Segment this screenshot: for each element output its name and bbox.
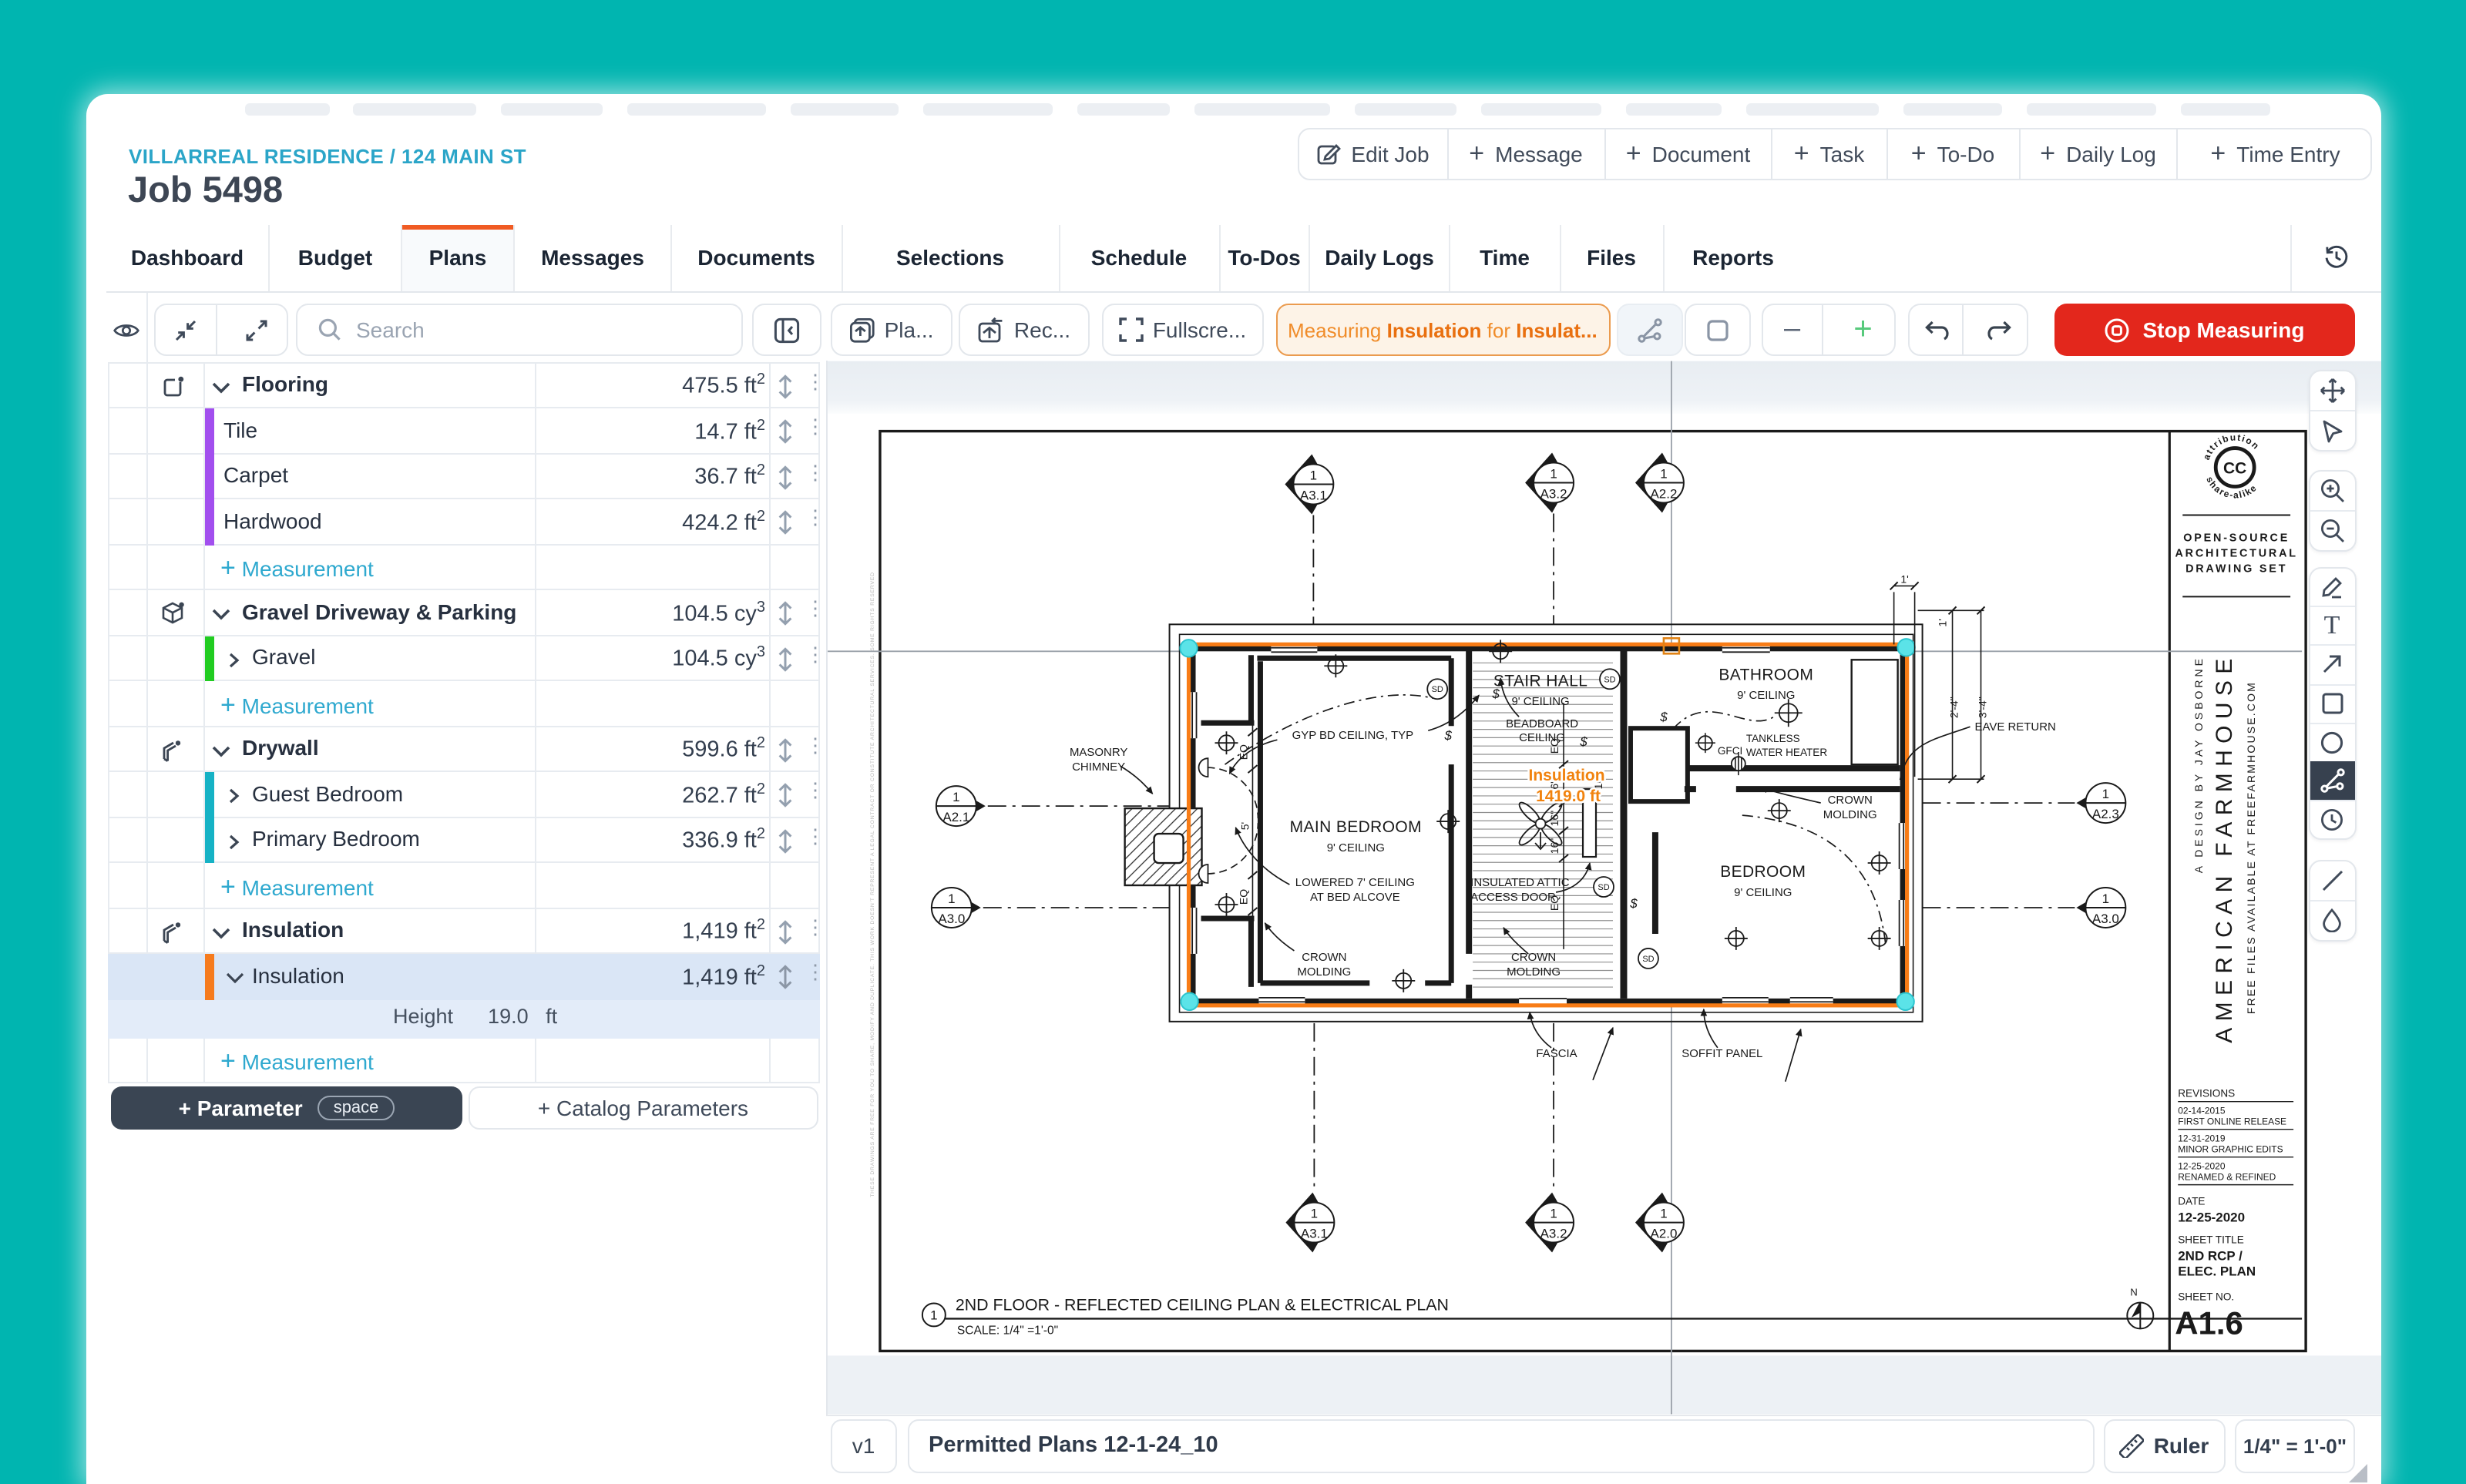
svg-text:BEDROOM: BEDROOM (1720, 862, 1806, 880)
svg-text:1: 1 (1550, 466, 1557, 481)
svg-text:FREE FILES AVAILABLE AT FREEFA: FREE FILES AVAILABLE AT FREEFARMHOUSE.CO… (2245, 680, 2257, 1013)
svg-text:12-25-2020: 12-25-2020 (2178, 1160, 2226, 1171)
svg-text:ARCHITECTURAL: ARCHITECTURAL (2175, 546, 2298, 559)
svg-text:MAIN BEDROOM: MAIN BEDROOM (1290, 818, 1422, 835)
svg-text:5': 5' (1238, 821, 1251, 829)
svg-text:1419.0 ft: 1419.0 ft (1536, 787, 1601, 804)
svg-text:16": 16" (1548, 838, 1561, 854)
svg-text:SHEET NO.: SHEET NO. (2178, 1290, 2234, 1301)
svg-text:2ND RCP /: 2ND RCP / (2178, 1248, 2243, 1263)
svg-text:1': 1' (1937, 618, 1949, 626)
svg-text:MOLDING: MOLDING (1507, 965, 1561, 978)
svg-text:BEADBOARD: BEADBOARD (1506, 717, 1578, 730)
svg-text:FASCIA: FASCIA (1536, 1046, 1577, 1059)
svg-text:N: N (2130, 1285, 2137, 1297)
svg-text:GYP BD CEILING, TYP: GYP BD CEILING, TYP (1292, 728, 1414, 741)
svg-text:MOLDING: MOLDING (1297, 965, 1351, 978)
svg-text:2ND FLOOR - REFLECTED CEILING: 2ND FLOOR - REFLECTED CEILING PLAN & ELE… (956, 1294, 1449, 1313)
svg-text:CC: CC (2223, 459, 2246, 477)
svg-text:ACCESS DOOR: ACCESS DOOR (1470, 890, 1556, 903)
svg-text:1: 1 (952, 789, 959, 804)
svg-text:A DESIGN BY JAY OSBORNE: A DESIGN BY JAY OSBORNE (2192, 655, 2205, 872)
svg-text:A2.3: A2.3 (2092, 806, 2119, 821)
svg-text:1: 1 (1310, 468, 1317, 482)
svg-text:EQ: EQ (1237, 744, 1249, 759)
svg-text:TANKLESS: TANKLESS (1746, 732, 1800, 744)
svg-text:9' CEILING: 9' CEILING (1511, 694, 1569, 707)
svg-text:12-25-2020: 12-25-2020 (2178, 1210, 2245, 1224)
svg-text:MASONRY: MASONRY (1070, 745, 1127, 758)
svg-text:1: 1 (1311, 1206, 1318, 1220)
svg-text:1: 1 (1660, 466, 1667, 481)
svg-text:A3.2: A3.2 (1540, 486, 1567, 501)
svg-text:1: 1 (1550, 1206, 1557, 1220)
svg-text:A3.1: A3.1 (1300, 487, 1327, 502)
svg-text:EQ: EQ (1237, 888, 1249, 904)
svg-text:AT BED ALCOVE: AT BED ALCOVE (1310, 890, 1400, 903)
svg-text:SD: SD (1604, 674, 1615, 683)
svg-text:1: 1 (1660, 1206, 1667, 1220)
svg-text:WATER HEATER: WATER HEATER (1746, 746, 1828, 757)
svg-text:AMERICAN FARMHOUSE: AMERICAN FARMHOUSE (2212, 651, 2237, 1042)
svg-text:A2.2: A2.2 (1650, 486, 1677, 501)
svg-text:1: 1 (2102, 786, 2109, 801)
svg-text:STAIR HALL: STAIR HALL (1493, 671, 1587, 689)
svg-text:SD: SD (1432, 684, 1443, 693)
svg-text:A3.0: A3.0 (2092, 911, 2119, 925)
svg-text:1': 1' (1900, 572, 1908, 584)
svg-text:REVISIONS: REVISIONS (2178, 1087, 2235, 1099)
svg-text:OPEN-SOURCE: OPEN-SOURCE (2183, 531, 2290, 543)
svg-text:SOFFIT PANEL: SOFFIT PANEL (1682, 1046, 1762, 1059)
svg-text:A3.0: A3.0 (938, 911, 965, 925)
svg-text:16": 16" (1548, 810, 1561, 826)
svg-text:RENAMED & REFINED: RENAMED & REFINED (2178, 1171, 2276, 1182)
svg-text:02-14-2015: 02-14-2015 (2178, 1105, 2226, 1116)
svg-text:A2.0: A2.0 (1650, 1226, 1677, 1241)
svg-text:$: $ (1579, 734, 1587, 748)
svg-text:SD: SD (1598, 882, 1609, 891)
svg-text:A2.1: A2.1 (942, 809, 969, 824)
svg-text:SHEET TITLE: SHEET TITLE (2178, 1234, 2244, 1245)
svg-text:2'-4": 2'-4" (1948, 696, 1960, 717)
svg-text:EAVE RETURN: EAVE RETURN (1975, 720, 2056, 733)
svg-text:LOWERED 7' CEILING: LOWERED 7' CEILING (1295, 875, 1415, 888)
svg-text:3'-4": 3'-4" (1977, 696, 1989, 717)
svg-text:CEILING: CEILING (1519, 730, 1565, 744)
svg-text:INSULATED ATTIC: INSULATED ATTIC (1470, 875, 1570, 888)
svg-text:BATHROOM: BATHROOM (1718, 665, 1813, 683)
svg-text:CROWN: CROWN (1511, 950, 1556, 963)
svg-text:DRAWING SET: DRAWING SET (2185, 562, 2287, 574)
svg-text:1: 1 (930, 1307, 937, 1321)
svg-text:SCALE: 1/4" =1'-0": SCALE: 1/4" =1'-0" (957, 1323, 1058, 1336)
svg-text:9' CEILING: 9' CEILING (1737, 688, 1795, 701)
svg-text:9' CEILING: 9' CEILING (1327, 841, 1385, 854)
svg-text:SD: SD (1642, 954, 1654, 963)
svg-text:THESE DRAWINGS ARE FREE FOR YO: THESE DRAWINGS ARE FREE FOR YOU TO SHARE… (870, 571, 875, 1197)
svg-text:ELEC. PLAN: ELEC. PLAN (2178, 1264, 2256, 1278)
svg-text:FIRST ONLINE RELEASE: FIRST ONLINE RELEASE (2178, 1116, 2286, 1126)
svg-text:$: $ (1443, 727, 1452, 742)
svg-text:CROWN: CROWN (1828, 793, 1873, 806)
svg-text:CROWN: CROWN (1302, 950, 1346, 963)
svg-text:A3.1: A3.1 (1301, 1226, 1328, 1241)
svg-text:CHIMNEY: CHIMNEY (1072, 760, 1125, 773)
svg-text:$: $ (1659, 709, 1668, 724)
svg-text:DATE: DATE (2178, 1195, 2205, 1207)
svg-text:1: 1 (2102, 891, 2109, 905)
svg-text:$: $ (1629, 895, 1638, 910)
svg-text:12-31-2019: 12-31-2019 (2178, 1133, 2226, 1143)
svg-text:Insulation: Insulation (1529, 766, 1605, 784)
svg-text:A3.2: A3.2 (1540, 1226, 1567, 1241)
svg-text:GFCI: GFCI (1718, 744, 1742, 756)
svg-text:MOLDING: MOLDING (1823, 807, 1877, 821)
svg-text:A1.6: A1.6 (2175, 1304, 2243, 1340)
svg-text:1: 1 (948, 891, 955, 905)
svg-text:MINOR GRAPHIC EDITS: MINOR GRAPHIC EDITS (2178, 1143, 2283, 1154)
svg-text:9' CEILING: 9' CEILING (1734, 885, 1792, 898)
